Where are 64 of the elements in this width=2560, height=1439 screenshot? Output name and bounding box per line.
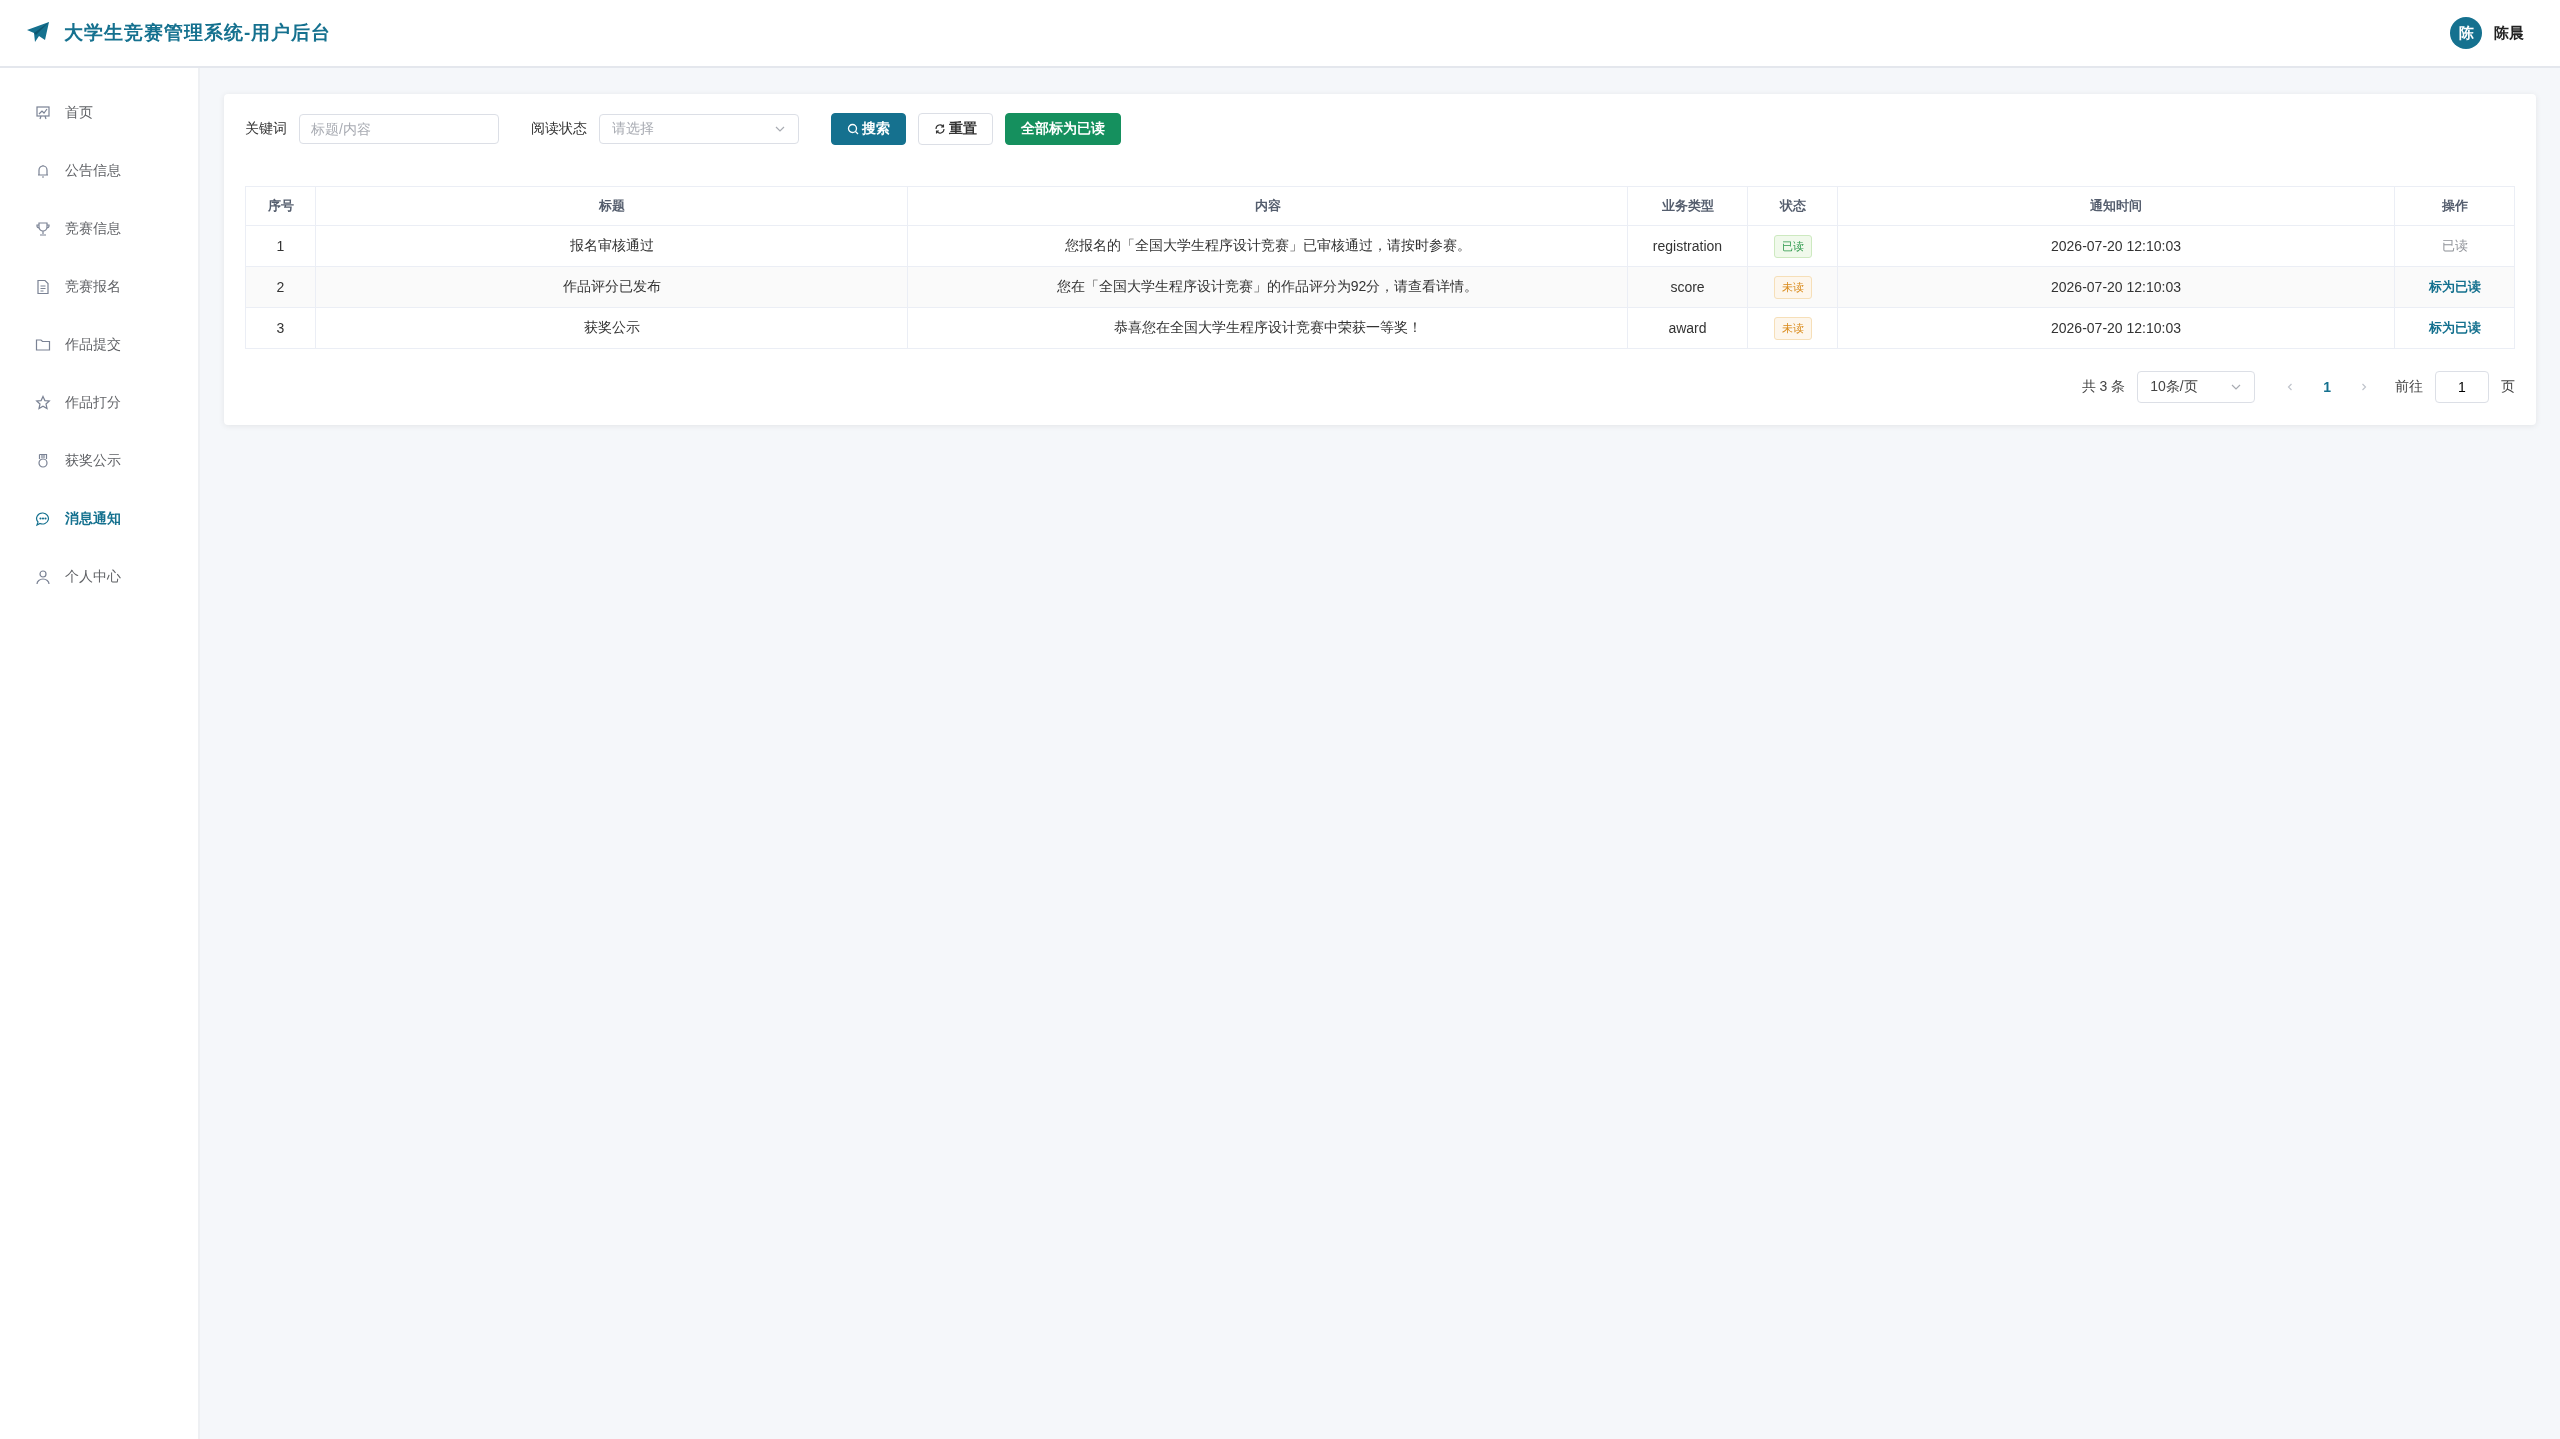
read-label: 已读 — [2441, 238, 2468, 253]
table-cell: 2026-07-20 12:10:03 — [1837, 307, 2395, 349]
document-icon — [35, 279, 51, 295]
user-avatar[interactable]: 陈 — [2450, 17, 2482, 49]
bell-icon — [35, 163, 51, 179]
mark-all-read-button[interactable]: 全部标为已读 — [1005, 113, 1121, 145]
chart-board-icon — [35, 105, 51, 121]
table-cell: 2 — [245, 266, 316, 308]
star-icon — [35, 395, 51, 411]
status-tag: 未读 — [1773, 316, 1812, 340]
mark-read-link[interactable]: 标为已读 — [2428, 279, 2481, 294]
field-label: 阅读状态 — [531, 120, 587, 138]
chat-bubble-icon — [35, 511, 51, 527]
refresh-icon — [934, 123, 946, 135]
trophy-icon — [35, 221, 51, 237]
folder-icon — [35, 337, 51, 353]
table-cell: 获奖公示 — [315, 307, 908, 349]
search-icon — [847, 123, 859, 135]
mark-read-link[interactable]: 标为已读 — [2428, 320, 2481, 335]
column-header: 业务类型 — [1627, 186, 1748, 226]
field-label: 关键词 — [245, 120, 287, 138]
page-suffix: 页 — [2501, 378, 2515, 396]
sidebar-item[interactable]: 个人中心 — [0, 548, 198, 606]
table-cell: award — [1627, 307, 1748, 349]
column-header: 序号 — [245, 186, 316, 226]
app-title: 大学生竞赛管理系统-用户后台 — [64, 21, 332, 45]
column-header: 标题 — [315, 186, 908, 226]
sidebar-item[interactable]: 作品提交 — [0, 316, 198, 374]
page-field[interactable]: 1 — [2435, 371, 2489, 403]
column-header: 操作 — [2394, 186, 2515, 226]
table-cell: 3 — [245, 307, 316, 349]
page-number[interactable]: 1 — [2307, 379, 2347, 395]
column-header: 状态 — [1747, 186, 1838, 226]
table-cell: 2026-07-20 12:10:03 — [1837, 225, 2395, 267]
table-cell: 2026-07-20 12:10:03 — [1837, 266, 2395, 308]
status-tag: 已读 — [1773, 234, 1812, 258]
sidebar-item[interactable]: 竞赛报名 — [0, 258, 198, 316]
table-cell: 报名审核通过 — [315, 225, 908, 267]
table-cell: 恭喜您在全国大学生程序设计竞赛中荣获一等奖！ — [907, 307, 1628, 349]
page-size-select[interactable]: 10条/页 — [2137, 371, 2256, 403]
medal-icon — [35, 453, 51, 469]
sidebar-item[interactable]: 竞赛信息 — [0, 200, 198, 258]
user-name[interactable]: 陈晨 — [2494, 23, 2524, 43]
reset-button[interactable]: 重置 — [918, 113, 993, 145]
total-count: 共 3 条 — [2081, 378, 2126, 396]
sidebar-item[interactable]: 首页 — [0, 84, 198, 142]
column-header: 通知时间 — [1837, 186, 2395, 226]
status-tag: 未读 — [1773, 275, 1812, 299]
table-cell: 作品评分已发布 — [315, 266, 908, 308]
table-cell: 您报名的「全国大学生程序设计竞赛」已审核通过，请按时参赛。 — [907, 225, 1628, 267]
sidebar-item[interactable]: 作品打分 — [0, 374, 198, 432]
next-page-icon[interactable] — [2359, 382, 2369, 392]
user-icon — [35, 569, 51, 585]
sidebar-item[interactable]: 获奖公示 — [0, 432, 198, 490]
table-cell: 您在「全国大学生程序设计竞赛」的作品评分为92分，请查看详情。 — [907, 266, 1628, 308]
sidebar-item[interactable]: 消息通知 — [0, 490, 198, 548]
search-button[interactable]: 搜索 — [831, 113, 906, 145]
keyword-field[interactable]: 标题/内容 — [299, 114, 499, 144]
table-cell: 1 — [245, 225, 316, 267]
table-cell: registration — [1627, 225, 1748, 267]
sidebar-item[interactable]: 公告信息 — [0, 142, 198, 200]
column-header: 内容 — [907, 186, 1628, 226]
table-cell: score — [1627, 266, 1748, 308]
goto-label: 前往 — [2395, 378, 2423, 396]
